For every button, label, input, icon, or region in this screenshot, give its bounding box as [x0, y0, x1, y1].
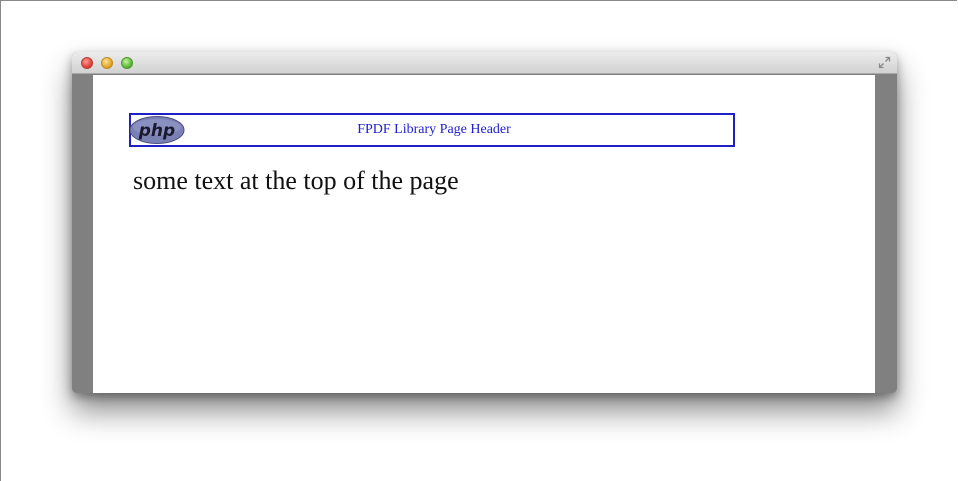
viewer-window: php FPDF Library Page Header some text a…: [72, 52, 897, 393]
fullscreen-arrows-icon[interactable]: [878, 56, 891, 69]
pdf-page-header: php FPDF Library Page Header: [129, 113, 735, 147]
zoom-traffic-light-icon[interactable]: [121, 57, 133, 69]
window-titlebar[interactable]: [72, 52, 897, 74]
page-body-text: some text at the top of the page: [133, 166, 459, 195]
close-traffic-light-icon[interactable]: [81, 57, 93, 69]
header-title: FPDF Library Page Header: [357, 122, 511, 137]
minimize-traffic-light-icon[interactable]: [101, 57, 113, 69]
pdf-page: php FPDF Library Page Header some text a…: [93, 75, 875, 393]
